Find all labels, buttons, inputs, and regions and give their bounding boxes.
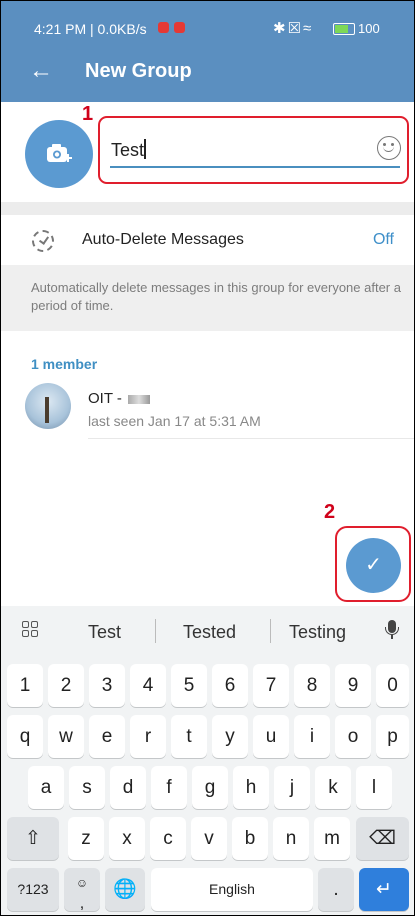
auto-delete-description: Automatically delete messages in this gr… — [31, 280, 401, 313]
key-w[interactable]: w — [48, 715, 84, 758]
key-p[interactable]: p — [376, 715, 409, 758]
key-y[interactable]: y — [212, 715, 248, 758]
key-7[interactable]: 7 — [253, 664, 289, 707]
symbols-key[interactable]: ?123 — [7, 868, 59, 911]
set-photo-button[interactable] — [25, 120, 93, 188]
apps-grid-icon[interactable] — [22, 621, 38, 637]
emoji-key-icon: ☺ — [75, 876, 89, 890]
redacted-name-part — [127, 394, 150, 404]
key-z[interactable]: z — [68, 817, 104, 860]
key-9[interactable]: 9 — [335, 664, 371, 707]
annotation-number-2: 2 — [324, 501, 336, 523]
key-8[interactable]: 8 — [294, 664, 330, 707]
suggestion-divider — [270, 619, 271, 643]
text-cursor — [144, 139, 146, 159]
language-key[interactable]: 🌐 — [105, 868, 145, 911]
key-d[interactable]: d — [110, 766, 146, 809]
key-n[interactable]: n — [273, 817, 309, 860]
key-6[interactable]: 6 — [212, 664, 248, 707]
key-h[interactable]: h — [233, 766, 269, 809]
screen: 4:21 PM | 0.0KB/s ✱☒≈ 100 ← New Group 1 … — [0, 0, 415, 916]
avatar — [25, 383, 71, 429]
suggestion-divider — [155, 619, 156, 643]
microphone-icon[interactable] — [385, 620, 399, 639]
key-a[interactable]: a — [28, 766, 64, 809]
key-v[interactable]: v — [191, 817, 227, 860]
auto-delete-row[interactable]: Auto-Delete Messages Off — [1, 215, 414, 265]
annotation-number-1: 1 — [82, 103, 94, 125]
key-j[interactable]: j — [274, 766, 310, 809]
annotation-box-2: ✓ — [335, 526, 411, 602]
status-time: 4:21 PM | 0.0KB/s — [34, 21, 147, 37]
key-b[interactable]: b — [232, 817, 268, 860]
checkmark-icon: ✓ — [365, 554, 382, 576]
list-divider — [88, 438, 414, 439]
space-bar[interactable]: English — [151, 868, 313, 911]
create-group-button[interactable]: ✓ — [346, 538, 401, 593]
suggestion-2[interactable]: Tested — [183, 622, 236, 643]
key-u[interactable]: u — [253, 715, 289, 758]
input-underline — [110, 166, 400, 168]
status-bar: 4:21 PM | 0.0KB/s ✱☒≈ 100 — [1, 1, 414, 41]
section-divider — [1, 202, 414, 215]
enter-key[interactable]: ↵ — [359, 868, 409, 911]
key-g[interactable]: g — [192, 766, 228, 809]
back-arrow-icon[interactable]: ← — [29, 59, 53, 83]
emoji-icon[interactable] — [377, 136, 401, 160]
notification-icon — [158, 22, 169, 33]
key-e[interactable]: e — [89, 715, 125, 758]
key-i[interactable]: i — [294, 715, 330, 758]
key-c[interactable]: c — [150, 817, 186, 860]
shift-icon: ⇧ — [25, 828, 41, 849]
battery-icon — [333, 23, 355, 35]
battery-level: 100 — [358, 21, 380, 36]
key-m[interactable]: m — [314, 817, 350, 860]
auto-delete-value: Off — [372, 231, 394, 248]
key-5[interactable]: 5 — [171, 664, 207, 707]
enter-icon: ↵ — [376, 879, 392, 900]
key-s[interactable]: s — [69, 766, 105, 809]
backspace-icon: ⌫ — [369, 828, 396, 849]
key-4[interactable]: 4 — [130, 664, 166, 707]
member-list-item[interactable]: OIT - last seen Jan 17 at 5:31 AM — [1, 379, 414, 439]
connectivity-icons: ✱☒≈ — [273, 20, 314, 37]
key-0[interactable]: 0 — [376, 664, 409, 707]
auto-delete-label: Auto-Delete Messages — [82, 231, 244, 248]
key-r[interactable]: r — [130, 715, 166, 758]
members-heading: 1 member — [31, 356, 98, 372]
shift-key[interactable]: ⇧ — [7, 817, 59, 860]
suggestion-bar: Test Tested Testing — [1, 606, 414, 656]
group-name-input[interactable]: Test — [111, 139, 146, 161]
group-name-value: Test — [111, 140, 145, 160]
camera-icon — [47, 144, 72, 162]
globe-icon: 🌐 — [113, 879, 137, 900]
app-header: 4:21 PM | 0.0KB/s ✱☒≈ 100 ← New Group — [1, 1, 414, 102]
auto-delete-description-box: Automatically delete messages in this gr… — [1, 265, 414, 331]
key-x[interactable]: x — [109, 817, 145, 860]
group-name-field[interactable]: Test — [98, 116, 409, 184]
key-3[interactable]: 3 — [89, 664, 125, 707]
emoji-comma-key[interactable]: ☺, — [64, 868, 100, 912]
key-t[interactable]: t — [171, 715, 207, 758]
timer-icon — [32, 230, 54, 252]
key-q[interactable]: q — [7, 715, 43, 758]
period-key[interactable]: . — [318, 868, 354, 911]
member-last-seen: last seen Jan 17 at 5:31 AM — [88, 413, 261, 429]
key-1[interactable]: 1 — [7, 664, 43, 707]
key-l[interactable]: l — [356, 766, 392, 809]
member-name: OIT - — [88, 390, 150, 407]
backspace-key[interactable]: ⌫ — [356, 817, 409, 860]
key-f[interactable]: f — [151, 766, 187, 809]
key-k[interactable]: k — [315, 766, 351, 809]
on-screen-keyboard: Test Tested Testing 1 2 3 4 5 6 7 8 9 0 … — [1, 606, 414, 915]
comma-label: , — [79, 895, 85, 912]
notification-icon — [174, 22, 185, 33]
page-title: New Group — [85, 60, 192, 82]
key-2[interactable]: 2 — [48, 664, 84, 707]
suggestion-3[interactable]: Testing — [289, 622, 346, 643]
key-o[interactable]: o — [335, 715, 371, 758]
suggestion-1[interactable]: Test — [88, 622, 121, 643]
